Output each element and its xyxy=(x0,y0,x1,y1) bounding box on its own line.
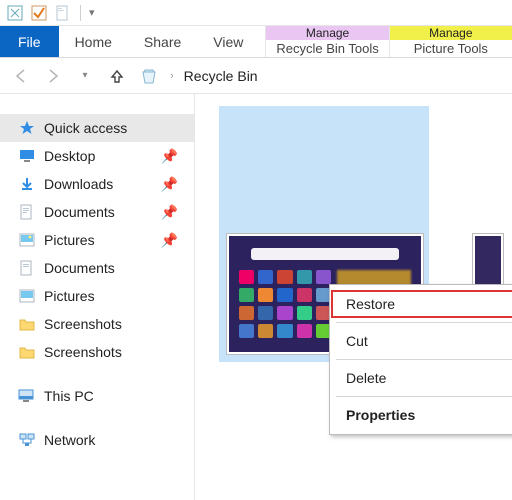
downloads-icon xyxy=(18,175,36,193)
pictures-icon xyxy=(18,287,36,305)
sidebar-item-desktop[interactable]: Desktop 📌 xyxy=(0,142,194,170)
properties-check-icon[interactable] xyxy=(30,4,48,22)
documents-icon xyxy=(18,259,36,277)
network-icon xyxy=(18,431,36,449)
pictures-icon xyxy=(18,231,36,249)
sidebar-item-downloads[interactable]: Downloads 📌 xyxy=(0,170,194,198)
sidebar-item-documents-2[interactable]: Documents xyxy=(0,254,194,282)
pin-icon: 📌 xyxy=(161,148,178,165)
pin-icon: 📌 xyxy=(161,204,178,221)
context-menu-restore[interactable]: Restore xyxy=(330,289,512,319)
sidebar-item-label: Screenshots xyxy=(44,344,122,360)
context-tab-picture[interactable]: Manage Picture Tools xyxy=(389,26,512,57)
pin-icon: 📌 xyxy=(161,176,178,193)
sidebar-item-screenshots-2[interactable]: Screenshots xyxy=(0,338,194,366)
back-button[interactable] xyxy=(10,65,32,87)
context-menu-separator xyxy=(336,359,512,360)
new-doc-icon[interactable] xyxy=(54,4,72,22)
sidebar-item-label: Screenshots xyxy=(44,316,122,332)
context-menu-separator xyxy=(336,396,512,397)
file-tab[interactable]: File xyxy=(0,26,59,57)
sidebar-item-label: Pictures xyxy=(44,288,95,304)
context-menu-delete[interactable]: Delete xyxy=(330,363,512,393)
qat-dropdown-icon[interactable]: ▾ xyxy=(89,6,95,19)
forward-button[interactable] xyxy=(42,65,64,87)
address-bar: ▾ › Recycle Bin xyxy=(0,58,512,94)
sidebar-item-label: Desktop xyxy=(44,148,95,164)
sidebar-quick-access[interactable]: Quick access xyxy=(0,114,194,142)
context-menu: Restore Cut Delete Properties xyxy=(329,284,512,435)
sidebar-item-label: Pictures xyxy=(44,232,95,248)
breadcrumb[interactable]: Recycle Bin xyxy=(184,68,258,84)
sidebar-item-screenshots[interactable]: Screenshots xyxy=(0,310,194,338)
share-tab[interactable]: Share xyxy=(128,26,197,57)
folder-icon xyxy=(18,315,36,333)
desktop-icon xyxy=(18,147,36,165)
sidebar-item-label: Network xyxy=(44,432,95,448)
context-tab-recycle[interactable]: Manage Recycle Bin Tools xyxy=(265,26,388,57)
context-menu-properties[interactable]: Properties xyxy=(330,400,512,430)
sidebar-network[interactable]: Network xyxy=(0,426,194,454)
sidebar-item-pictures[interactable]: Pictures 📌 xyxy=(0,226,194,254)
sidebar-item-documents[interactable]: Documents 📌 xyxy=(0,198,194,226)
view-tab[interactable]: View xyxy=(197,26,259,57)
context-menu-separator xyxy=(336,322,512,323)
navigation-pane: Quick access Desktop 📌 Downloads 📌 Docum… xyxy=(0,94,195,500)
sidebar-item-label: Documents xyxy=(44,204,115,220)
pin-icon: 📌 xyxy=(161,232,178,249)
sidebar-item-label: Documents xyxy=(44,260,115,276)
main-area: Quick access Desktop 📌 Downloads 📌 Docum… xyxy=(0,94,512,500)
sidebar-item-label: This PC xyxy=(44,388,94,404)
this-pc-icon xyxy=(18,387,36,405)
ribbon-tabs: File Home Share View Manage Recycle Bin … xyxy=(0,26,512,58)
content-pane[interactable]: Restore Cut Delete Properties xyxy=(195,94,512,500)
qat-separator xyxy=(80,5,81,21)
app-icon xyxy=(6,4,24,22)
recent-dropdown-icon[interactable]: ▾ xyxy=(74,65,96,87)
sidebar-item-label: Quick access xyxy=(44,120,127,136)
star-icon xyxy=(18,119,36,137)
breadcrumb-separator-icon: › xyxy=(170,70,174,82)
context-label: Manage xyxy=(390,26,512,40)
quick-access-toolbar: ▾ xyxy=(0,0,512,26)
context-menu-cut[interactable]: Cut xyxy=(330,326,512,356)
context-label: Manage xyxy=(266,26,388,40)
folder-icon xyxy=(18,343,36,361)
home-tab[interactable]: Home xyxy=(59,26,128,57)
documents-icon xyxy=(18,203,36,221)
context-subtab[interactable]: Picture Tools xyxy=(390,40,512,57)
up-button[interactable] xyxy=(106,65,128,87)
sidebar-this-pc[interactable]: This PC xyxy=(0,382,194,410)
recycle-bin-icon xyxy=(138,65,160,87)
sidebar-item-label: Downloads xyxy=(44,176,113,192)
context-subtab[interactable]: Recycle Bin Tools xyxy=(266,40,388,57)
sidebar-item-pictures-2[interactable]: Pictures xyxy=(0,282,194,310)
